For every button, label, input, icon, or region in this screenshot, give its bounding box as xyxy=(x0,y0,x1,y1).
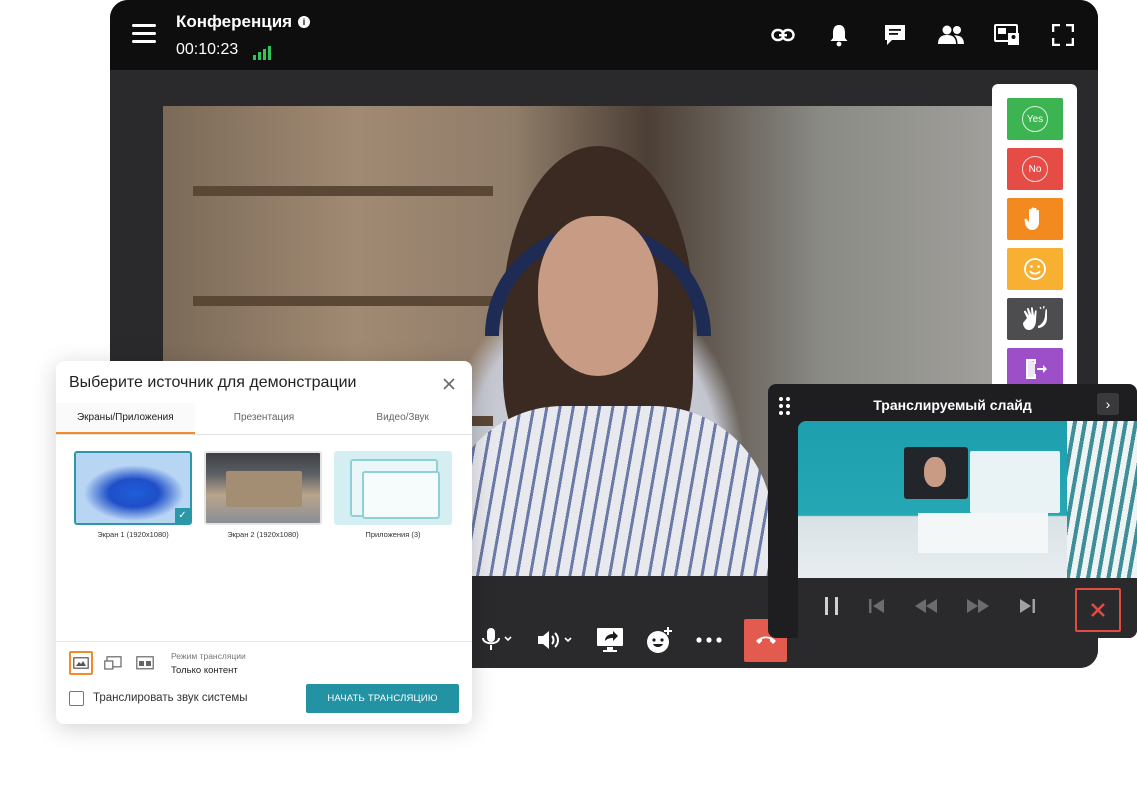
mode-value: Только контент xyxy=(171,665,238,676)
exit-icon xyxy=(1026,359,1047,379)
call-toolbar xyxy=(480,610,787,668)
smile-icon xyxy=(1024,258,1046,280)
source-caption: Экран 1 (1920x1080) xyxy=(97,530,169,539)
close-icon xyxy=(1091,603,1105,617)
reaction-yes-label: Yes xyxy=(1026,113,1044,125)
source-tile-screen-1[interactable]: ✓ Экран 1 (1920x1080) xyxy=(74,451,192,539)
clap-icon xyxy=(1023,306,1048,330)
close-icon[interactable] xyxy=(442,377,456,391)
screen-1-thumbnail: ✓ xyxy=(74,451,192,525)
applications-thumbnail xyxy=(334,451,452,525)
microphone-button[interactable] xyxy=(480,627,514,653)
source-tiles: ✓ Экран 1 (1920x1080) Экран 2 (1920x1080… xyxy=(74,451,452,539)
system-sound-label: Транслировать звук системы xyxy=(93,692,248,704)
participants-icon[interactable] xyxy=(936,22,966,48)
reaction-yes-button[interactable]: Yes xyxy=(1007,98,1063,140)
raise-hand-button[interactable] xyxy=(1007,198,1063,240)
menu-icon[interactable] xyxy=(132,24,156,46)
smile-button[interactable] xyxy=(1007,248,1063,290)
more-options-button[interactable] xyxy=(696,637,722,643)
tab-video-audio[interactable]: Видео/Звук xyxy=(333,403,472,434)
info-icon[interactable]: i xyxy=(298,16,311,28)
slide-panel-title: Транслируемый слайд xyxy=(873,397,1032,413)
reactions-button[interactable] xyxy=(646,626,674,654)
chat-icon[interactable] xyxy=(880,22,910,48)
call-timer: 00:10:23 xyxy=(176,41,239,58)
tab-screens-apps[interactable]: Экраны/Приложения xyxy=(56,403,195,434)
link-icon[interactable] xyxy=(768,22,798,48)
check-icon: ✓ xyxy=(175,508,190,523)
clap-button[interactable] xyxy=(1007,298,1063,340)
mode-content-camera-button[interactable] xyxy=(101,651,125,675)
tab-presentation[interactable]: Презентация xyxy=(195,403,334,434)
layout-icon[interactable] xyxy=(992,22,1022,48)
conference-header: Конференция i 00:10:23 xyxy=(176,12,311,60)
fast-forward-icon[interactable] xyxy=(966,598,990,619)
mode-content-only-button[interactable] xyxy=(69,651,93,675)
last-slide-icon[interactable] xyxy=(1018,598,1036,619)
streamed-slide-panel: Транслируемый слайд › xyxy=(768,384,1137,638)
rewind-icon[interactable] xyxy=(914,598,938,619)
reaction-no-button[interactable]: No xyxy=(1007,148,1063,190)
reactions-panel: Yes No xyxy=(992,84,1077,394)
system-sound-checkbox[interactable] xyxy=(69,691,84,706)
slide-panel-header: Транслируемый слайд › xyxy=(768,384,1137,424)
source-caption: Экран 2 (1920x1080) xyxy=(227,530,299,539)
source-dialog: Выберите источник для демонстрации Экран… xyxy=(56,361,472,724)
slide-image xyxy=(798,421,1137,578)
mode-side-by-side-button[interactable] xyxy=(133,651,157,675)
source-tile-screen-2[interactable]: Экран 2 (1920x1080) xyxy=(204,451,322,539)
top-bar: Конференция i 00:10:23 xyxy=(110,0,1098,70)
reaction-no-label: No xyxy=(1028,163,1042,175)
stop-stream-button[interactable] xyxy=(1075,588,1121,632)
slide-preview xyxy=(798,421,1137,638)
first-slide-icon[interactable] xyxy=(868,598,886,619)
mode-label: Режим трансляции xyxy=(171,651,246,661)
source-tile-applications[interactable]: Приложения (3) xyxy=(334,451,452,539)
stream-mode-buttons xyxy=(69,651,157,675)
start-stream-button[interactable]: НАЧАТЬ ТРАНСЛЯЦИЮ xyxy=(306,684,459,713)
chevron-right-icon[interactable]: › xyxy=(1097,393,1119,415)
fullscreen-icon[interactable] xyxy=(1048,22,1078,48)
source-caption: Приложения (3) xyxy=(365,530,421,539)
conference-title: Конференция xyxy=(176,12,293,31)
source-tabs: Экраны/Приложения Презентация Видео/Звук xyxy=(56,403,472,435)
signal-strength-icon xyxy=(252,42,273,60)
speaker-button[interactable] xyxy=(536,628,574,652)
pause-icon[interactable] xyxy=(824,596,840,621)
dialog-title: Выберите источник для демонстрации xyxy=(69,374,357,391)
screen-share-button[interactable] xyxy=(596,627,624,653)
screen-2-thumbnail xyxy=(204,451,322,525)
bell-icon[interactable] xyxy=(824,22,854,48)
raise-hand-icon xyxy=(1024,207,1039,230)
